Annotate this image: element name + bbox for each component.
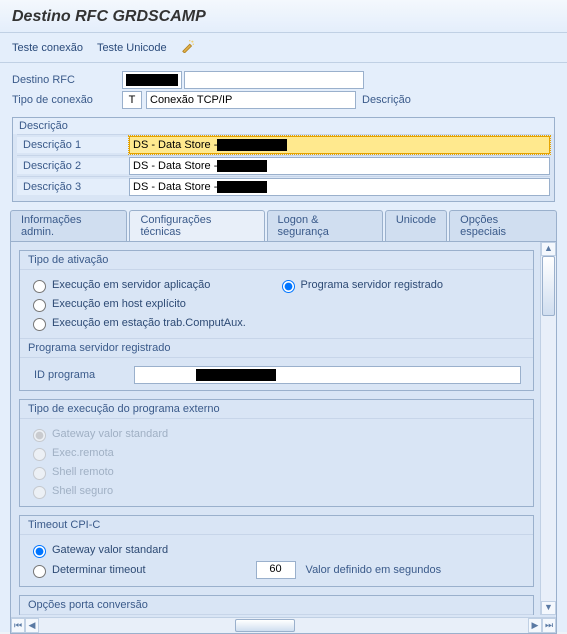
timeout-title: Timeout CPI-C [20, 516, 533, 535]
radio-timeout-gw-std[interactable]: Gateway valor standard [28, 542, 525, 558]
radio-exec-app-server-input[interactable] [33, 280, 46, 293]
radio-exec-explicit-host[interactable]: Execução em host explícito [28, 296, 277, 312]
desc1-input[interactable]: DS - Data Store - [129, 136, 550, 154]
test-unicode-link[interactable]: Teste Unicode [97, 42, 167, 54]
program-id-input[interactable] [134, 366, 521, 384]
test-connection-link[interactable]: Teste conexão [12, 42, 83, 54]
desc3-input[interactable]: DS - Data Store - [129, 178, 550, 196]
radio-timeout-determine-label: Determinar timeout [52, 564, 146, 576]
hscroll-thumb[interactable] [235, 619, 295, 632]
radio-exec-explicit-host-label: Execução em host explícito [52, 298, 186, 310]
hscroll-track[interactable] [39, 618, 528, 633]
desc2-input[interactable]: DS - Data Store - [129, 157, 550, 175]
rfc-dest-code-input[interactable] [122, 71, 182, 89]
tab-logon-security[interactable]: Logon & segurança [267, 210, 383, 241]
radio-exec-explicit-host-input[interactable] [33, 299, 46, 312]
radio-exec-remote-label: Exec.remota [52, 447, 114, 459]
timeout-value-input[interactable]: 60 [256, 561, 296, 579]
scroll-down-arrow-icon[interactable]: ▼ [541, 601, 556, 615]
rfc-dest-input[interactable] [184, 71, 364, 89]
conn-type-text[interactable]: Conexão TCP/IP [146, 91, 356, 109]
desc2-label: Descrição 2 [17, 158, 129, 174]
tab-special-options[interactable]: Opções especiais [449, 210, 557, 241]
conn-type-label: Tipo de conexão [12, 94, 122, 106]
description-group-title: Descrição [13, 118, 554, 134]
radio-sshell: Shell seguro [28, 483, 525, 499]
desc1-prefix: DS - Data Store - [133, 139, 217, 151]
conn-type-code[interactable]: T [122, 91, 142, 109]
radio-gateway-std-input [33, 429, 46, 442]
header-desc-label: Descrição [362, 94, 411, 106]
radio-exec-app-server-label: Execução em servidor aplicação [52, 279, 210, 291]
radio-gateway-std-label: Gateway valor standard [52, 428, 168, 440]
radio-rshell-input [33, 467, 46, 480]
desc1-label: Descrição 1 [17, 137, 129, 153]
horizontal-scrollbar[interactable]: ⏮ ◀ ▶ ⏭ [11, 617, 556, 633]
radio-exec-remote: Exec.remota [28, 445, 525, 461]
desc3-label: Descrição 3 [17, 179, 129, 195]
vertical-scrollbar[interactable]: ▲ ▼ [540, 242, 556, 615]
program-id-label: ID programa [28, 369, 134, 381]
scroll-right-arrow-icon[interactable]: ▶ [528, 618, 542, 633]
tab-technical-settings[interactable]: Configurações técnicas [129, 210, 264, 241]
radio-timeout-determine[interactable]: Determinar timeout [28, 562, 146, 578]
radio-rshell-label: Shell remoto [52, 466, 114, 478]
radio-rshell: Shell remoto [28, 464, 525, 480]
rfc-dest-label: Destino RFC [12, 74, 122, 86]
activation-type-group: Tipo de ativação Execução em servidor ap… [19, 250, 534, 391]
radio-registered-server[interactable]: Programa servidor registrado [277, 277, 526, 293]
radio-exec-frontend-ws[interactable]: Execução em estação trab.ComputAux. [28, 315, 277, 331]
radio-timeout-gw-std-label: Gateway valor standard [52, 544, 168, 556]
radio-gateway-std: Gateway valor standard [28, 426, 525, 442]
desc2-prefix: DS - Data Store - [133, 160, 217, 172]
ext-exec-type-title: Tipo de execução do programa externo [20, 400, 533, 419]
scroll-area: Tipo de ativação Execução em servidor ap… [15, 246, 538, 615]
tab-admin-info[interactable]: Informações admin. [10, 210, 127, 241]
port-options-title: Opções porta conversão [20, 596, 533, 615]
registered-program-title: Programa servidor registrado [20, 338, 533, 358]
timeout-unit-label: Valor definido em segundos [306, 564, 442, 576]
window-title: Destino RFC GRDSCAMP [0, 0, 567, 33]
toolbar: Teste conexão Teste Unicode [0, 33, 567, 63]
timeout-group: Timeout CPI-C Gateway valor standard Det… [19, 515, 534, 587]
conn-type-text-val: Conexão TCP/IP [150, 94, 232, 106]
radio-timeout-determine-input[interactable] [33, 565, 46, 578]
radio-exec-remote-input [33, 448, 46, 461]
scroll-left-arrow-icon[interactable]: ◀ [25, 618, 39, 633]
sap-window: Destino RFC GRDSCAMP Teste conexão Teste… [0, 0, 567, 632]
header-fields: Destino RFC Tipo de conexão T Conexão TC… [0, 63, 567, 115]
conn-type-code-text: T [129, 94, 136, 106]
tabstrip: Informações admin. Configurações técnica… [10, 210, 557, 241]
tab-body: Tipo de ativação Execução em servidor ap… [10, 241, 557, 634]
scroll-first-arrow-icon[interactable]: ⏮ [11, 618, 25, 633]
ext-exec-type-group: Tipo de execução do programa externo Gat… [19, 399, 534, 507]
radio-sshell-label: Shell seguro [52, 485, 113, 497]
scroll-up-arrow-icon[interactable]: ▲ [541, 242, 556, 256]
radio-timeout-gw-std-input[interactable] [33, 545, 46, 558]
radio-sshell-input [33, 486, 46, 499]
radio-exec-frontend-ws-input[interactable] [33, 318, 46, 331]
description-group: Descrição Descrição 1 DS - Data Store - … [12, 117, 555, 202]
tab-unicode[interactable]: Unicode [385, 210, 447, 241]
port-options-group: Opções porta conversão [19, 595, 534, 615]
radio-exec-app-server[interactable]: Execução em servidor aplicação [28, 277, 277, 293]
scroll-last-arrow-icon[interactable]: ⏭ [542, 618, 556, 633]
scroll-thumb[interactable] [542, 256, 555, 316]
radio-exec-frontend-ws-label: Execução em estação trab.ComputAux. [52, 317, 246, 329]
radio-registered-server-label: Programa servidor registrado [301, 279, 443, 291]
desc3-prefix: DS - Data Store - [133, 181, 217, 193]
activation-type-title: Tipo de ativação [20, 251, 533, 270]
radio-registered-server-input[interactable] [282, 280, 295, 293]
wand-icon[interactable] [181, 39, 195, 56]
